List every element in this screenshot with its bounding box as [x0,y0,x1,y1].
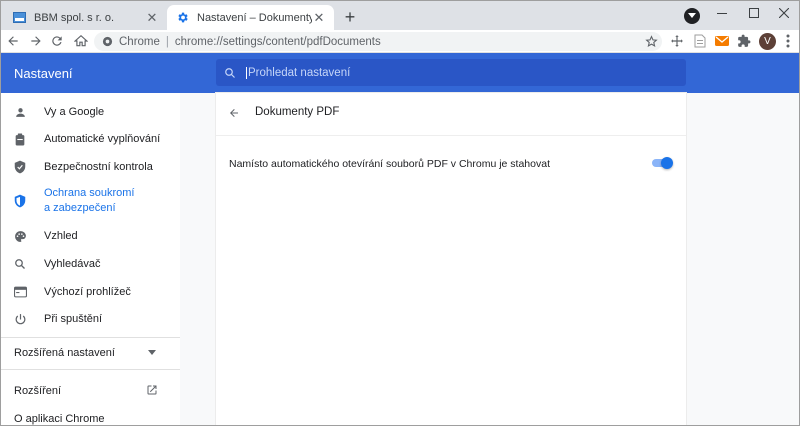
home-icon[interactable] [72,32,90,50]
power-icon [12,311,28,327]
page-title: Dokumenty PDF [255,106,340,118]
sidebar-divider [0,369,180,370]
tab-bbm[interactable]: BBM spol. s r. o. ✕ [4,5,167,30]
close-window-button[interactable] [768,0,800,26]
extensions-puzzle-icon[interactable] [735,32,753,50]
sidebar-item-default-browser[interactable]: Výchozí prohlížeč [0,284,180,300]
tab-strip: BBM spol. s r. o. ✕ Nastavení – Dokument… [0,0,800,30]
settings-search-input[interactable]: Prohledat nastavení [216,59,686,86]
clipboard-icon [12,131,28,147]
download-pdf-toggle[interactable] [650,157,673,169]
menu-kebab-icon[interactable] [779,32,797,50]
settings-header: Nastavení Prohledat nastavení [0,53,800,93]
settings-card [216,93,686,426]
chrome-logo-icon [102,36,113,47]
sidebar-item-appearance[interactable]: Vzhled [0,228,180,244]
maximize-button[interactable] [738,0,770,26]
origin-chip: Chrome [119,35,160,48]
back-arrow-icon[interactable] [225,104,243,122]
shield-check-icon [12,159,28,175]
omnibox-separator: | [165,35,169,48]
sidebar-item-search-engine[interactable]: Vyhledávač [0,256,180,272]
reload-icon[interactable] [48,32,66,50]
sidebar-divider [0,337,180,338]
minimize-button[interactable] [706,0,738,26]
sidebar-item-label-line2: a zabezpečení [44,202,116,214]
new-tab-button[interactable]: + [340,7,360,27]
close-tab-icon[interactable]: ✕ [145,10,159,25]
search-placeholder: Prohledat nastavení [246,66,351,79]
tab-title: BBM spol. s r. o. [34,11,115,24]
sidebar-item-label: Při spuštění [44,313,103,325]
download-pdf-setting-label: Namísto automatického otevírání souborů … [229,158,550,170]
sidebar-item-you-and-google[interactable]: Vy a Google [0,104,180,120]
settings-sidebar: Vy a Google Automatické vyplňování Bezpe… [0,93,180,426]
search-icon [12,256,28,272]
sidebar-item-autofill[interactable]: Automatické vyplňování [0,131,180,147]
sidebar-item-label: Automatické vyplňování [44,133,161,145]
sidebar-about-chrome[interactable]: O aplikaci Chrome [14,413,104,425]
mail-extension-icon[interactable] [713,32,731,50]
palette-icon [12,228,28,244]
browser-icon [12,284,28,300]
sidebar-item-privacy-security[interactable]: Ochrana soukromí a zabezpečení [0,186,180,216]
bookmark-star-icon[interactable] [642,32,660,50]
document-extension-icon[interactable] [691,32,709,50]
move-extension-icon[interactable] [668,32,686,50]
sidebar-item-label: Vzhled [44,230,78,242]
close-tab-icon[interactable]: ✕ [312,10,326,25]
open-in-new-icon[interactable] [146,384,158,396]
settings-title: Nastavení [14,66,73,81]
back-arrow-icon[interactable] [4,32,22,50]
shield-icon [12,193,28,209]
address-bar[interactable]: Chrome | chrome://settings/content/pdfDo… [94,32,662,51]
page-favicon-icon [12,11,26,25]
forward-arrow-icon[interactable] [27,32,45,50]
tab-title: Nastavení – Dokumenty PDF [197,11,312,24]
sidebar-item-label: Výchozí prohlížeč [44,286,131,298]
sidebar-item-label: Vyhledávač [44,258,101,270]
tab-settings-pdf[interactable]: Nastavení – Dokumenty PDF ✕ [167,5,334,30]
toggle-knob [661,157,673,169]
profile-avatar[interactable]: V [759,33,776,50]
sidebar-extensions[interactable]: Rozšíření [14,385,61,397]
sidebar-item-label: Vy a Google [44,106,105,118]
person-icon [12,104,28,120]
card-divider [216,135,686,136]
browser-toolbar: Chrome | chrome://settings/content/pdfDo… [0,30,800,53]
sidebar-item-on-startup[interactable]: Při spuštění [0,311,180,327]
sidebar-item-label: Ochrana soukromí [44,187,135,199]
sidebar-item-label: Bezpečnostní kontrola [44,161,153,173]
settings-gear-icon [175,11,189,25]
sidebar-advanced[interactable]: Rozšířená nastavení [14,347,115,359]
search-icon [224,67,236,79]
sidebar-item-safety-check[interactable]: Bezpečnostní kontrola [0,159,180,175]
url-text[interactable]: chrome://settings/content/pdfDocuments [175,36,381,48]
chevron-down-icon[interactable] [148,350,156,355]
tab-search-dropdown-icon[interactable] [684,8,700,24]
